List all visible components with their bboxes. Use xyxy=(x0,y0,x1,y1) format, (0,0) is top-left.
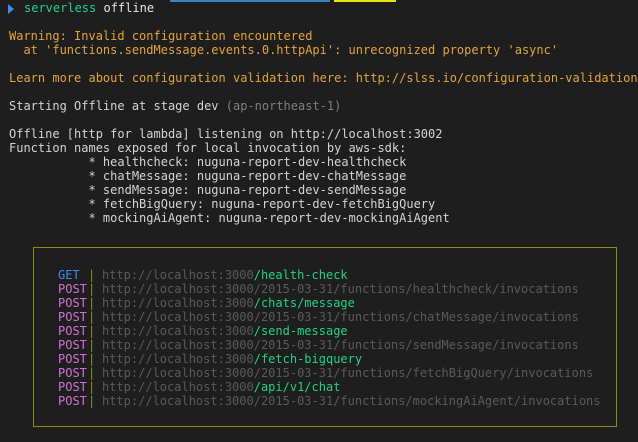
route-row: POST| http://localhost:3000/2015-03-31/fu… xyxy=(58,394,601,408)
offline-listening: Offline [http for lambda] listening on h… xyxy=(9,127,443,141)
route-method: POST xyxy=(58,282,87,296)
route-path: /2015-03-31/functions/chatMessage/invoca… xyxy=(253,310,579,324)
command-name: serverless xyxy=(24,1,97,15)
route-path: /2015-03-31/functions/mockingAiAgent/inv… xyxy=(253,394,601,408)
function-entry: * fetchBigQuery: nuguna-report-dev-fetch… xyxy=(9,197,436,211)
warning-detail: at 'functions.sendMessage.events.0.httpA… xyxy=(9,43,559,57)
route-path: /2015-03-31/functions/sendMessage/invoca… xyxy=(253,338,579,352)
function-entry: * sendMessage: nuguna-report-dev-sendMes… xyxy=(9,183,407,197)
route-path: /chats/message xyxy=(253,296,355,310)
route-host: http://localhost:3000 xyxy=(102,338,254,352)
functions-header: Function names exposed for local invocat… xyxy=(9,141,407,155)
route-host: http://localhost:3000 xyxy=(102,282,254,296)
route-host: http://localhost:3000 xyxy=(102,268,254,282)
route-separator: | xyxy=(88,324,96,338)
route-method: POST xyxy=(58,338,87,352)
function-entry: * chatMessage: nuguna-report-dev-chatMes… xyxy=(9,169,407,183)
routes-box: GET | http://localhost:3000/health-check P… xyxy=(33,247,617,427)
route-method: POST xyxy=(58,296,87,310)
route-separator: | xyxy=(88,282,96,296)
route-method: POST xyxy=(58,394,87,408)
route-method: POST xyxy=(58,366,87,380)
command-line: serverless offline xyxy=(24,1,154,16)
route-host: http://localhost:3000 xyxy=(102,394,254,408)
route-host: http://localhost:3000 xyxy=(102,324,254,338)
route-path: /send-message xyxy=(253,324,348,338)
tab-indicator xyxy=(170,0,330,2)
route-row: POST| http://localhost:3000/2015-03-31/fu… xyxy=(58,282,579,296)
route-row: POST| http://localhost:3000/send-message xyxy=(58,324,348,338)
tab-indicator-highlight xyxy=(334,0,396,2)
route-host: http://localhost:3000 xyxy=(102,366,254,380)
route-path: /health-check xyxy=(253,268,348,282)
route-separator: | xyxy=(88,310,96,324)
route-path: /2015-03-31/functions/fetchBigQuery/invo… xyxy=(253,366,594,380)
function-entry: * healthcheck: nuguna-report-dev-healthc… xyxy=(9,155,407,169)
route-method: POST xyxy=(58,310,87,324)
route-path: /fetch-bigquery xyxy=(253,352,363,366)
route-row: POST| http://localhost:3000/api/v1/chat xyxy=(58,380,340,394)
region-label: (ap-northeast-1) xyxy=(225,99,342,113)
prompt-arrow-icon xyxy=(8,4,14,14)
route-path: /api/v1/chat xyxy=(253,380,341,394)
warning-learn-more: Learn more about configuration validatio… xyxy=(9,71,638,85)
starting-line: Starting Offline at stage dev (ap-northe… xyxy=(9,99,341,114)
route-row: POST| http://localhost:3000/2015-03-31/fu… xyxy=(58,366,593,380)
route-separator: | xyxy=(88,338,96,352)
function-entry: * mockingAiAgent: nuguna-report-dev-mock… xyxy=(9,211,450,225)
route-row: POST| http://localhost:3000/chats/message xyxy=(58,296,355,310)
route-row: POST| http://localhost:3000/2015-03-31/fu… xyxy=(58,310,579,324)
route-separator: | xyxy=(88,352,96,366)
route-separator: | xyxy=(88,268,96,282)
route-path: /2015-03-31/functions/healthcheck/invoca… xyxy=(253,282,579,296)
route-method: POST xyxy=(58,352,87,366)
route-host: http://localhost:3000 xyxy=(102,352,254,366)
route-host: http://localhost:3000 xyxy=(102,310,254,324)
route-method: POST xyxy=(58,324,87,338)
starting-text: Starting Offline at stage dev xyxy=(9,99,226,113)
route-separator: | xyxy=(88,380,96,394)
route-host: http://localhost:3000 xyxy=(102,296,254,310)
command-argument: offline xyxy=(103,1,155,15)
route-separator: | xyxy=(88,366,96,380)
route-row: POST| http://localhost:3000/2015-03-31/fu… xyxy=(58,338,579,352)
route-method: GET xyxy=(58,268,80,282)
route-separator: | xyxy=(88,296,96,310)
route-host: http://localhost:3000 xyxy=(102,380,254,394)
warning-title: Warning: Invalid configuration encounter… xyxy=(9,29,313,43)
route-method: POST xyxy=(58,380,87,394)
route-separator: | xyxy=(88,394,96,408)
route-row: GET | http://localhost:3000/health-check xyxy=(58,268,348,282)
route-row: POST| http://localhost:3000/fetch-bigquer… xyxy=(58,352,362,366)
